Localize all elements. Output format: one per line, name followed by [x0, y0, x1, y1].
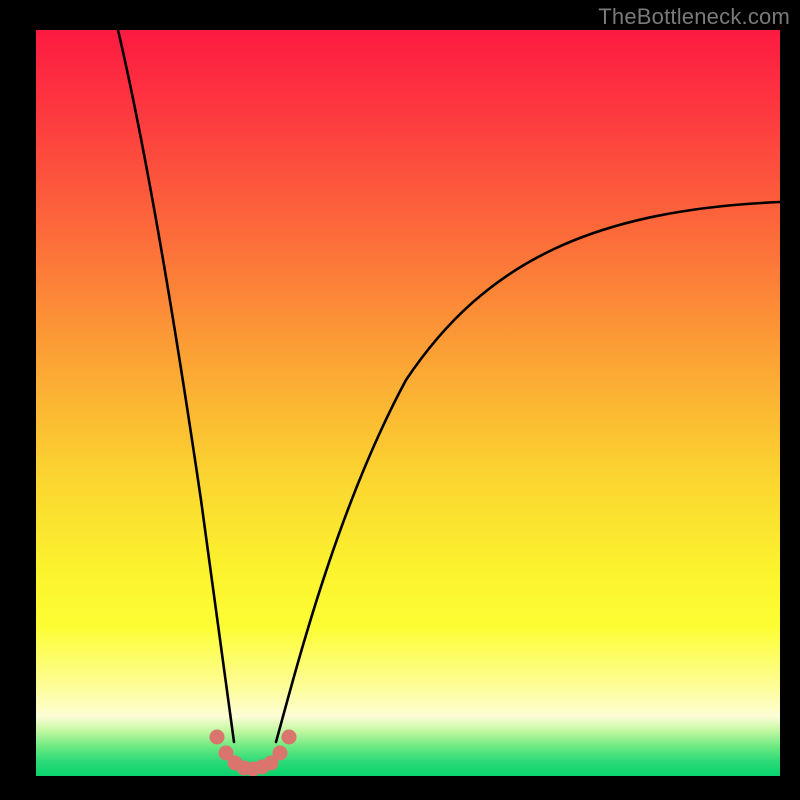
- right-curve: [276, 202, 780, 742]
- valley-dot: [273, 746, 288, 761]
- curve-layer: [36, 30, 780, 776]
- plot-area: [36, 30, 780, 776]
- watermark-text: TheBottleneck.com: [598, 4, 790, 30]
- valley-dot: [282, 730, 297, 745]
- valley-dot: [210, 730, 225, 745]
- left-curve: [118, 30, 234, 742]
- chart-container: TheBottleneck.com: [0, 0, 800, 800]
- valley-marker-group: [210, 730, 297, 777]
